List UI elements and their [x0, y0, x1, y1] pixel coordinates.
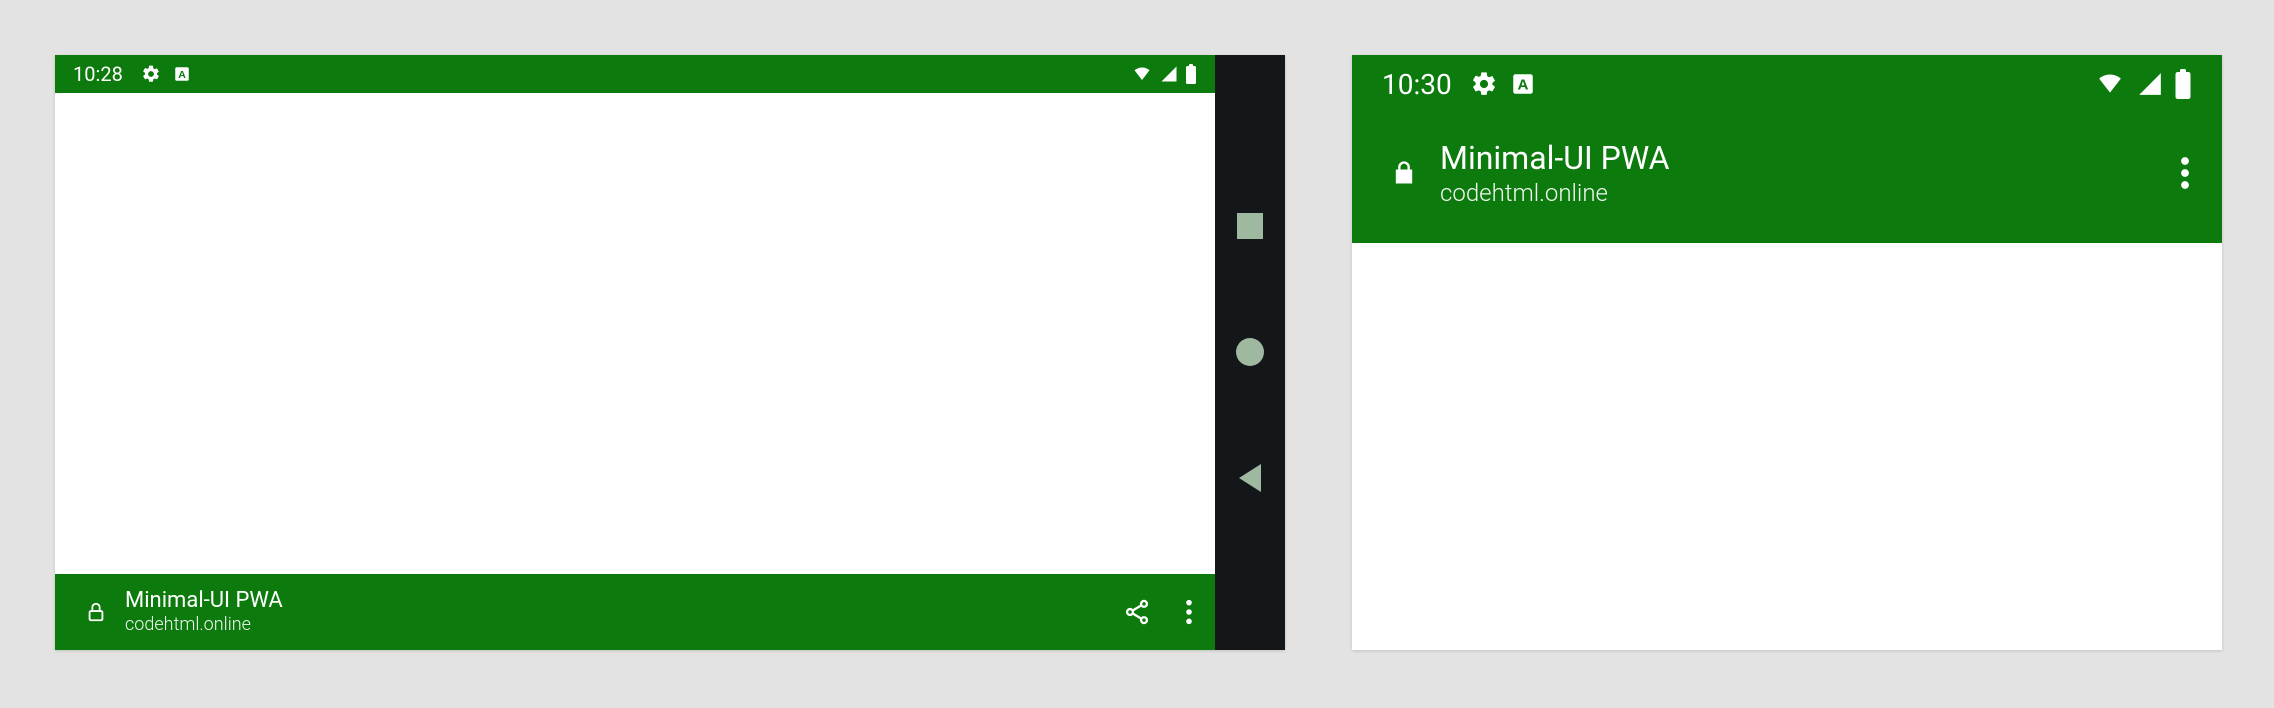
status-time: 10:28 — [73, 62, 123, 86]
status-bar: 10:28 A — [55, 55, 1215, 93]
app-subtitle: codehtml.online — [125, 614, 283, 636]
status-time: 10:30 — [1382, 68, 1452, 101]
nav-home-button[interactable] — [1236, 338, 1264, 366]
share-icon[interactable] — [1123, 598, 1151, 626]
app-title-block: Minimal-UI PWA codehtml.online — [125, 588, 283, 636]
battery-icon — [1185, 64, 1197, 84]
android-nav-bar — [1215, 55, 1285, 650]
lock-icon — [1390, 157, 1418, 189]
app-title: Minimal-UI PWA — [1440, 138, 1669, 178]
app-title: Minimal-UI PWA — [125, 588, 283, 614]
app-subtitle: codehtml.online — [1440, 178, 1669, 208]
svg-text:A: A — [178, 69, 186, 81]
nav-back-button[interactable] — [1239, 464, 1261, 492]
device-landscape: 10:28 A — [55, 55, 1285, 650]
webview-content[interactable] — [55, 93, 1215, 574]
wifi-icon — [1131, 65, 1153, 83]
cell-signal-icon — [2136, 71, 2164, 97]
status-bar: 10:30 A — [1352, 55, 2222, 113]
svg-text:A: A — [1517, 76, 1528, 93]
app-badge-icon: A — [173, 65, 191, 83]
app-badge-icon: A — [1510, 71, 1536, 97]
app-bar-top: Minimal-UI PWA codehtml.online — [1352, 113, 2222, 243]
gear-icon — [141, 64, 161, 84]
wifi-icon — [2094, 71, 2126, 97]
webview-content[interactable] — [1352, 243, 2222, 650]
more-vert-icon[interactable] — [2180, 155, 2190, 191]
cell-signal-icon — [1159, 65, 1179, 83]
device-portrait: 10:30 A Minimal-UI PWA codehtml.online — [1352, 55, 2222, 650]
nav-recents-button[interactable] — [1237, 213, 1263, 239]
app-title-block: Minimal-UI PWA codehtml.online — [1440, 138, 1669, 208]
screen-area: 10:28 A — [55, 55, 1215, 650]
app-bar-bottom: Minimal-UI PWA codehtml.online — [55, 574, 1215, 650]
more-vert-icon[interactable] — [1185, 598, 1193, 626]
battery-icon — [2174, 69, 2192, 99]
lock-icon — [85, 599, 107, 625]
gear-icon — [1470, 70, 1498, 98]
